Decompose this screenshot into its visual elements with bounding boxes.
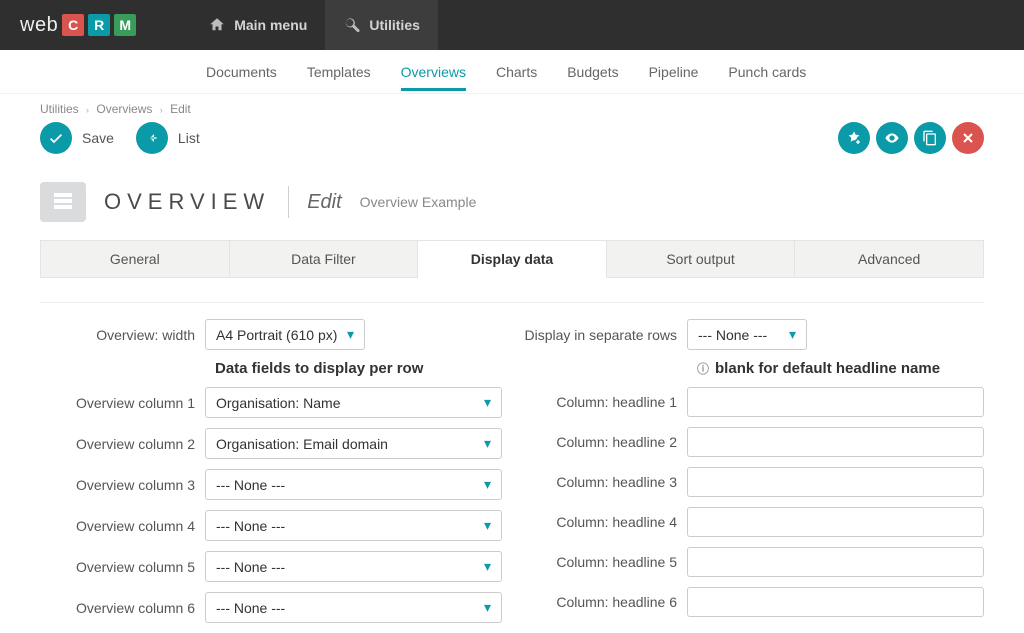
head3-input[interactable] [687, 467, 984, 497]
tab-data-filter[interactable]: Data Filter [230, 240, 419, 278]
chevron-down-icon: ▾ [484, 476, 491, 493]
nav-main-menu-label: Main menu [234, 17, 307, 33]
col6-select[interactable]: --- None ---▾ [205, 592, 502, 623]
divider [288, 186, 289, 218]
head5-label: Column: headline 5 [522, 554, 687, 570]
breadcrumb-edit: Edit [170, 102, 191, 116]
chevron-down-icon: ▾ [484, 517, 491, 534]
top-bar: web C R M Main menu Utilities [0, 0, 1024, 50]
nav-main-menu[interactable]: Main menu [190, 0, 325, 50]
logo-m-icon: M [114, 14, 136, 36]
logo-r-icon: R [88, 14, 110, 36]
top-nav: Main menu Utilities [190, 0, 438, 50]
subnav-templates[interactable]: Templates [307, 53, 371, 91]
overview-width-label: Overview: width [40, 327, 205, 343]
head6-input[interactable] [687, 587, 984, 617]
action-row: Save List [0, 116, 1024, 164]
head2-label: Column: headline 2 [522, 434, 687, 450]
logo-c-icon: C [62, 14, 84, 36]
chevron-down-icon: ▾ [484, 394, 491, 411]
page-title: OVERVIEW [104, 189, 270, 215]
col2-select[interactable]: Organisation: Email domain▾ [205, 428, 502, 459]
data-fields-heading: Data fields to display per row [215, 360, 502, 377]
blank-heading: ⓘ blank for default headline name [697, 360, 984, 377]
tab-sort-output[interactable]: Sort output [607, 240, 796, 278]
copy-icon [922, 130, 938, 146]
subnav-overviews[interactable]: Overviews [401, 53, 466, 91]
head6-label: Column: headline 6 [522, 594, 687, 610]
delete-button[interactable] [952, 122, 984, 154]
form-area: Overview: width A4 Portrait (610 px) ▾ D… [0, 319, 1024, 633]
save-button[interactable] [40, 122, 72, 154]
left-column: Overview: width A4 Portrait (610 px) ▾ D… [40, 319, 502, 633]
breadcrumb-utilities[interactable]: Utilities [40, 102, 79, 116]
head5-input[interactable] [687, 547, 984, 577]
page-name: Overview Example [360, 194, 477, 210]
info-icon[interactable]: ⓘ [697, 360, 709, 377]
subnav-punch-cards[interactable]: Punch cards [728, 53, 806, 91]
section-header: OVERVIEW Edit Overview Example [0, 164, 1024, 240]
col1-label: Overview column 1 [40, 395, 205, 411]
display-separate-label: Display in separate rows [522, 327, 687, 343]
logo-text: web [20, 14, 58, 37]
logo: web C R M [0, 14, 150, 37]
tab-general[interactable]: General [40, 240, 230, 278]
home-icon [208, 16, 226, 34]
head4-input[interactable] [687, 507, 984, 537]
head3-label: Column: headline 3 [522, 474, 687, 490]
right-column: Display in separate rows --- None --- ▾ … [522, 319, 984, 633]
head1-input[interactable] [687, 387, 984, 417]
tabs: General Data Filter Display data Sort ou… [40, 240, 984, 278]
col3-select[interactable]: --- None ---▾ [205, 469, 502, 500]
list-button[interactable] [136, 122, 168, 154]
head2-input[interactable] [687, 427, 984, 457]
tab-advanced[interactable]: Advanced [795, 240, 984, 278]
save-label: Save [82, 130, 114, 146]
breadcrumb: Utilities › Overviews › Edit [0, 94, 1024, 116]
col4-select[interactable]: --- None ---▾ [205, 510, 502, 541]
page-mode: Edit [307, 191, 341, 214]
preview-button[interactable] [876, 122, 908, 154]
divider-line [40, 302, 984, 303]
chevron-down-icon: ▾ [484, 435, 491, 452]
action-left: Save List [40, 122, 218, 154]
sub-nav: Documents Templates Overviews Charts Bud… [0, 50, 1024, 94]
close-icon [960, 130, 976, 146]
chevron-down-icon: ▾ [484, 599, 491, 616]
action-right [838, 122, 984, 154]
subnav-budgets[interactable]: Budgets [567, 53, 618, 91]
tab-display-data[interactable]: Display data [418, 240, 607, 278]
col1-select[interactable]: Organisation: Name▾ [205, 387, 502, 418]
chevron-down-icon: ▾ [789, 326, 796, 343]
col2-label: Overview column 2 [40, 436, 205, 452]
head4-label: Column: headline 4 [522, 514, 687, 530]
check-icon [48, 130, 64, 146]
star-add-button[interactable] [838, 122, 870, 154]
overview-width-select[interactable]: A4 Portrait (610 px) ▾ [205, 319, 365, 350]
subnav-documents[interactable]: Documents [206, 53, 277, 91]
wrench-icon [343, 16, 361, 34]
copy-button[interactable] [914, 122, 946, 154]
subnav-charts[interactable]: Charts [496, 53, 537, 91]
arrow-left-icon [144, 130, 160, 146]
breadcrumb-overviews[interactable]: Overviews [96, 102, 152, 116]
col4-label: Overview column 4 [40, 518, 205, 534]
overview-width-value: A4 Portrait (610 px) [216, 327, 337, 343]
subnav-pipeline[interactable]: Pipeline [649, 53, 699, 91]
star-plus-icon [846, 130, 862, 146]
nav-utilities[interactable]: Utilities [325, 0, 438, 50]
col3-label: Overview column 3 [40, 477, 205, 493]
nav-utilities-label: Utilities [369, 17, 420, 33]
chevron-down-icon: ▾ [347, 326, 354, 343]
display-separate-select[interactable]: --- None --- ▾ [687, 319, 807, 350]
col6-label: Overview column 6 [40, 600, 205, 616]
grid-icon [40, 182, 86, 222]
eye-icon [884, 130, 900, 146]
list-label: List [178, 130, 200, 146]
display-separate-value: --- None --- [698, 327, 767, 343]
head1-label: Column: headline 1 [522, 394, 687, 410]
